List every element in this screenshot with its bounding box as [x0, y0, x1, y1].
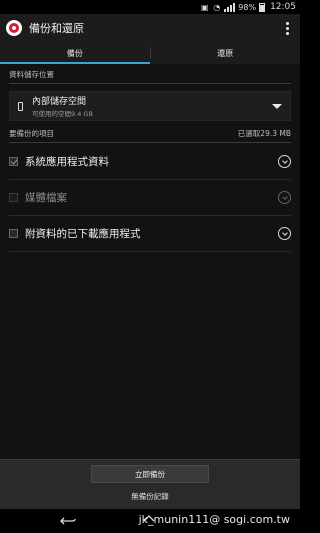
expand-chevron-icon[interactable] — [278, 227, 291, 240]
battery-icon — [259, 2, 266, 12]
phone-storage-icon — [18, 101, 23, 111]
app-bar: 備份和還原 — [0, 14, 300, 42]
wifi-icon: ◔ — [213, 2, 221, 12]
backup-panel: 資料儲存位置 內部儲存空間 可使用的空間9.4 GB 要備份的項目 已選取29.… — [0, 64, 300, 459]
overflow-menu-icon[interactable] — [280, 18, 294, 38]
backup-item-downloaded-apps: 附資料的已下載應用程式 — [9, 216, 291, 252]
signal-icon — [224, 2, 236, 12]
backup-now-button[interactable]: 立即備份 — [91, 465, 209, 483]
checkbox[interactable] — [9, 157, 18, 166]
checkbox[interactable] — [9, 229, 18, 238]
backup-item-media-files: 媒體檔案 — [9, 180, 291, 216]
storage-section-header: 資料儲存位置 — [9, 69, 291, 84]
expand-chevron-icon[interactable] — [278, 155, 291, 168]
storage-section-title: 資料儲存位置 — [9, 70, 54, 79]
navigation-bar: jk_munin111@ sogi.com.tw — [0, 509, 300, 533]
battery-percent: 98% — [238, 2, 257, 12]
watermark: jk_munin111@ sogi.com.tw — [138, 513, 290, 526]
storage-available: 可使用的空間9.4 GB — [32, 110, 93, 118]
item-label: 系統應用程式資料 — [25, 156, 109, 168]
item-label: 附資料的已下載應用程式 — [25, 228, 141, 240]
page-title: 備份和還原 — [29, 22, 84, 35]
selected-size: 已選取29.3 MB — [237, 129, 291, 138]
bottom-action-bar: 立即備份 無備份記錄 — [0, 459, 300, 509]
media-icon: ▣ — [201, 2, 209, 12]
dropdown-arrow-icon — [272, 103, 282, 109]
no-backup-record-text: 無備份記錄 — [131, 492, 169, 501]
storage-location-dropdown[interactable]: 內部儲存空間 可使用的空間9.4 GB — [9, 91, 291, 121]
expand-chevron-icon[interactable] — [278, 191, 291, 204]
items-section-header: 要備份的項目 已選取29.3 MB — [9, 128, 291, 143]
clock: 12:05 — [270, 2, 296, 12]
back-icon[interactable] — [60, 517, 76, 525]
tab-bar: 備份 還原 — [0, 42, 300, 64]
tab-backup[interactable]: 備份 — [0, 42, 150, 64]
items-section-title: 要備份的項目 — [9, 129, 54, 138]
checkbox[interactable] — [9, 193, 18, 202]
tab-restore[interactable]: 還原 — [151, 42, 301, 64]
item-label: 媒體檔案 — [25, 192, 67, 204]
storage-name: 內部儲存空間 — [32, 97, 87, 107]
backup-app-logo-icon[interactable] — [6, 20, 22, 36]
status-bar: ▣ ◔ 98% 12:05 — [0, 0, 300, 14]
storage-text: 內部儲存空間 可使用的空間9.4 GB — [32, 94, 272, 118]
backup-item-system-app-data: 系統應用程式資料 — [9, 144, 291, 180]
